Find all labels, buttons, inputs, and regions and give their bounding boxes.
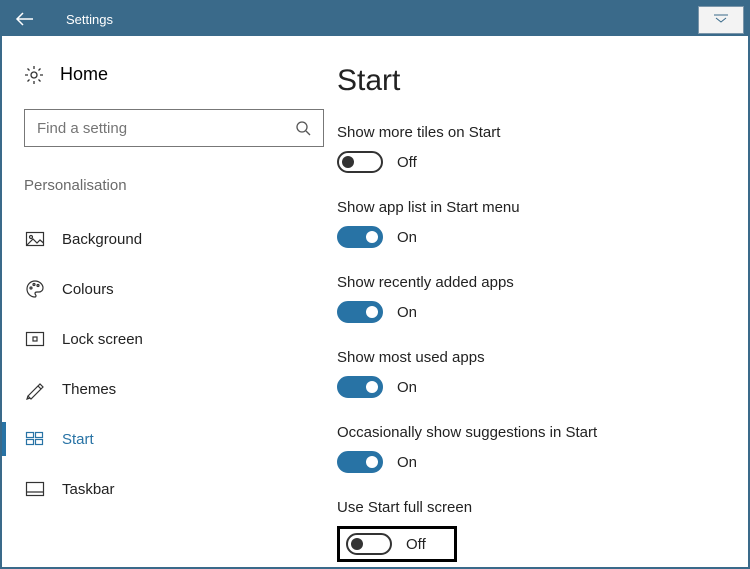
taskbar-icon [26, 480, 44, 498]
home-label: Home [60, 64, 108, 85]
main-panel: Start Show more tiles on Start Off Show … [337, 36, 748, 567]
window-title: Settings [66, 12, 113, 27]
setting-show-app-list: Show app list in Start menu On [337, 199, 728, 248]
search-input-field[interactable] [37, 120, 295, 137]
sidebar-item-label: Colours [62, 281, 114, 298]
back-button[interactable] [2, 2, 48, 36]
toggle-full-screen[interactable] [346, 533, 392, 555]
setting-label: Use Start full screen [337, 499, 728, 516]
sidebar-item-label: Start [62, 431, 94, 448]
setting-suggestions: Occasionally show suggestions in Start O… [337, 424, 728, 473]
setting-label: Show app list in Start menu [337, 199, 728, 216]
setting-label: Occasionally show suggestions in Start [337, 424, 728, 441]
nav-list: Background Colours Lock [24, 214, 337, 514]
picture-icon [26, 230, 44, 248]
toggle-show-app-list[interactable] [337, 226, 383, 248]
setting-recently-added: Show recently added apps On [337, 274, 728, 323]
sidebar-item-label: Themes [62, 381, 116, 398]
toggle-state-label: Off [397, 154, 417, 171]
sidebar-item-colours[interactable]: Colours [24, 264, 337, 314]
sidebar: Home Personalisation Background [2, 36, 337, 567]
sidebar-item-background[interactable]: Background [24, 214, 337, 264]
toggle-state-label: On [397, 454, 417, 471]
highlighted-toggle-box: Off [337, 526, 457, 562]
sidebar-item-label: Background [62, 231, 142, 248]
setting-label: Show most used apps [337, 349, 728, 366]
page-title: Start [337, 64, 728, 98]
toggle-suggestions[interactable] [337, 451, 383, 473]
themes-icon [26, 380, 44, 398]
setting-label: Show more tiles on Start [337, 124, 728, 141]
sidebar-item-start[interactable]: Start [24, 414, 337, 464]
setting-label: Show recently added apps [337, 274, 728, 291]
setting-most-used: Show most used apps On [337, 349, 728, 398]
toggle-state-label: Off [406, 536, 426, 553]
toggle-state-label: On [397, 379, 417, 396]
setting-show-more-tiles: Show more tiles on Start Off [337, 124, 728, 173]
sidebar-item-label: Lock screen [62, 331, 143, 348]
titlebar: Settings [2, 2, 748, 36]
sidebar-item-lockscreen[interactable]: Lock screen [24, 314, 337, 364]
window-control-button[interactable] [698, 6, 744, 34]
palette-icon [26, 280, 44, 298]
toggle-show-more-tiles[interactable] [337, 151, 383, 173]
toggle-state-label: On [397, 304, 417, 321]
start-icon [26, 430, 44, 448]
gear-icon [24, 65, 44, 85]
lockscreen-icon [26, 330, 44, 348]
toggle-recently-added[interactable] [337, 301, 383, 323]
search-input[interactable] [24, 109, 324, 147]
search-icon [295, 120, 311, 136]
sidebar-item-label: Taskbar [62, 481, 115, 498]
sidebar-item-themes[interactable]: Themes [24, 364, 337, 414]
toggle-state-label: On [397, 229, 417, 246]
category-label: Personalisation [24, 177, 337, 194]
toggle-most-used[interactable] [337, 376, 383, 398]
home-button[interactable]: Home [24, 64, 337, 85]
sidebar-item-taskbar[interactable]: Taskbar [24, 464, 337, 514]
setting-full-screen: Use Start full screen Off [337, 499, 728, 562]
